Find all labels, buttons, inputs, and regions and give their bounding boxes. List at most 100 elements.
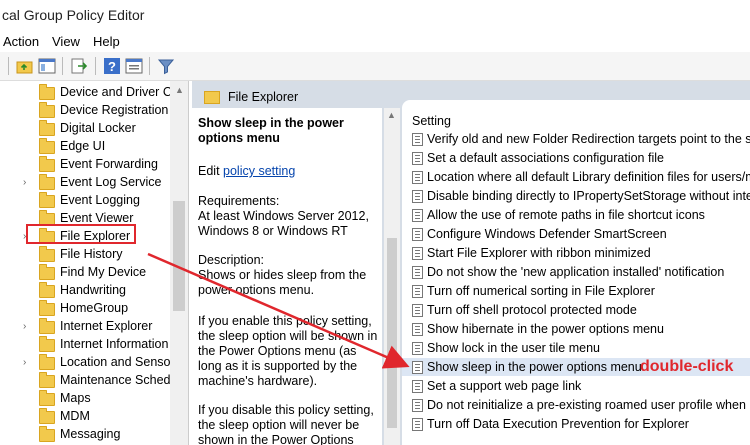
policy-row[interactable]: Set a support web page link xyxy=(402,377,750,395)
edit-label: Edit xyxy=(198,164,224,178)
disable-text: If you disable this policy setting, the … xyxy=(198,403,374,445)
policy-row[interactable]: Turn off Data Execution Prevention for E… xyxy=(402,415,750,433)
policy-setting-icon xyxy=(412,190,423,203)
tree-item-label: Event Viewer xyxy=(60,211,134,225)
policy-row[interactable]: Do not reinitialize a pre-existing roame… xyxy=(402,396,750,414)
policy-row[interactable]: Disable binding directly to IPropertySet… xyxy=(402,187,750,205)
filter-icon[interactable] xyxy=(157,57,175,75)
show-hide-tree-icon[interactable] xyxy=(38,57,56,75)
tree-item[interactable]: Find My Device xyxy=(0,264,170,282)
policy-row-label: Set a default associations configuration… xyxy=(427,151,664,165)
tree-item[interactable]: HomeGroup xyxy=(0,300,170,318)
tree-item[interactable]: Digital Locker xyxy=(0,120,170,138)
policy-row[interactable]: Turn off numerical sorting in File Explo… xyxy=(402,282,750,300)
tree-item-label: Location and Sensors xyxy=(60,355,181,369)
menu-help[interactable]: Help xyxy=(93,34,120,49)
tree-item[interactable]: › Internet Explorer xyxy=(0,318,170,336)
toolbar-separator xyxy=(62,57,63,75)
policy-row[interactable]: Verify old and new Folder Redirection ta… xyxy=(402,130,750,148)
folder-icon xyxy=(39,174,55,190)
tree-item[interactable]: Device and Driver Co xyxy=(0,84,179,102)
expand-chevron-icon[interactable]: › xyxy=(23,357,26,368)
folder-icon xyxy=(39,390,55,406)
tree-item[interactable]: › Location and Sensors xyxy=(0,354,181,372)
tree-item[interactable]: Device Registration xyxy=(0,102,170,120)
tree-item[interactable]: Handwriting xyxy=(0,282,170,300)
policy-row-label: Disable binding directly to IPropertySet… xyxy=(427,189,750,203)
folder-icon xyxy=(39,192,55,208)
enable-text: If you enable this policy setting, the s… xyxy=(198,314,378,388)
policy-row[interactable]: Location where all default Library defin… xyxy=(402,168,750,186)
tree-item[interactable]: Event Forwarding xyxy=(0,156,170,174)
policy-row[interactable]: Show lock in the user tile menu xyxy=(402,339,750,357)
up-folder-icon[interactable] xyxy=(16,57,34,75)
folder-icon xyxy=(39,264,55,280)
menu-view[interactable]: View xyxy=(52,34,80,49)
tree-item[interactable]: Internet Information xyxy=(0,336,170,354)
policy-row-label: Configure Windows Defender SmartScreen xyxy=(427,227,667,241)
tree-item-label: Messaging xyxy=(60,427,121,441)
toolbar: ? xyxy=(0,52,750,81)
policy-row-label: Do not reinitialize a pre-existing roame… xyxy=(427,398,750,412)
folder-icon xyxy=(39,282,55,298)
tree-item-label: Internet Explorer xyxy=(60,319,153,333)
double-click-annotation: double-click xyxy=(640,358,734,375)
policy-setting-icon xyxy=(412,304,423,317)
policy-setting-icon xyxy=(412,285,423,298)
requirements-text: At least Windows Server 2012, Windows 8 … xyxy=(198,209,369,238)
toolbar-separator xyxy=(8,57,9,75)
tree-item-label: MDM xyxy=(60,409,90,423)
expand-chevron-icon[interactable]: › xyxy=(23,321,26,332)
window-title: cal Group Policy Editor xyxy=(2,7,145,23)
policy-title: Show sleep in the power options menu xyxy=(198,116,344,145)
policy-row-label: Show sleep in the power options menu xyxy=(427,360,642,374)
description-scrollbar[interactable]: ▲ xyxy=(384,108,400,445)
properties-icon[interactable] xyxy=(125,57,143,75)
menu-action[interactable]: Action xyxy=(3,34,39,49)
tree-item-label: Device and Driver Co xyxy=(60,85,179,99)
scroll-up-icon[interactable]: ▲ xyxy=(175,85,184,95)
tree-item[interactable]: Maps xyxy=(0,390,170,408)
policy-row-label: Show hibernate in the power options menu xyxy=(427,322,664,336)
policy-setting-icon xyxy=(412,152,423,165)
policy-setting-icon xyxy=(412,228,423,241)
policy-row-label: Turn off shell protocol protected mode xyxy=(427,303,637,317)
folder-icon xyxy=(204,91,220,104)
menu-bar: Action View Help xyxy=(0,31,750,51)
policy-row[interactable]: Show hibernate in the power options menu xyxy=(402,320,750,338)
policy-setting-icon xyxy=(412,380,423,393)
folder-icon xyxy=(39,408,55,424)
policy-row-label: Location where all default Library defin… xyxy=(427,170,750,184)
details-header-title: File Explorer xyxy=(228,90,299,104)
tree-scrollbar[interactable]: ▲ xyxy=(170,81,188,445)
scroll-up-icon[interactable]: ▲ xyxy=(387,110,396,120)
toolbar-separator xyxy=(95,57,96,75)
export-list-icon[interactable] xyxy=(70,57,88,75)
policy-row[interactable]: Allow the use of remote paths in file sh… xyxy=(402,206,750,224)
policy-row[interactable]: Do not show the 'new application install… xyxy=(402,263,750,281)
tree-item[interactable]: Event Logging xyxy=(0,192,170,210)
tree-item-label: Internet Information xyxy=(60,337,169,351)
policy-row[interactable]: Start File Explorer with ribbon minimize… xyxy=(402,244,750,262)
description-text: Shows or hides sleep from the power opti… xyxy=(198,268,367,297)
tree-item-label: Event Logging xyxy=(60,193,140,207)
tree-item[interactable]: Maintenance Schedu xyxy=(0,372,177,390)
tree-scrollbar-thumb[interactable] xyxy=(173,201,185,311)
tree-item[interactable]: Edge UI xyxy=(0,138,170,156)
help-icon[interactable]: ? xyxy=(103,57,121,75)
expand-chevron-icon[interactable]: › xyxy=(23,177,26,188)
tree-item-label: Digital Locker xyxy=(60,121,136,135)
policy-row[interactable]: Configure Windows Defender SmartScreen xyxy=(402,225,750,243)
column-header-setting[interactable]: Setting xyxy=(412,114,451,128)
tree-item[interactable]: Messaging xyxy=(0,426,170,444)
policy-row[interactable]: Turn off shell protocol protected mode xyxy=(402,301,750,319)
tree-item[interactable]: File History xyxy=(0,246,170,264)
description-scrollbar-thumb[interactable] xyxy=(387,238,397,428)
policy-row-label: Verify old and new Folder Redirection ta… xyxy=(427,132,750,146)
policy-row[interactable]: Set a default associations configuration… xyxy=(402,149,750,167)
policy-setting-icon xyxy=(412,247,423,260)
policy-setting-icon xyxy=(412,323,423,336)
policy-setting-link[interactable]: policy setting xyxy=(223,164,295,178)
tree-item[interactable]: MDM xyxy=(0,408,170,426)
tree-item[interactable]: › Event Log Service xyxy=(0,174,170,192)
